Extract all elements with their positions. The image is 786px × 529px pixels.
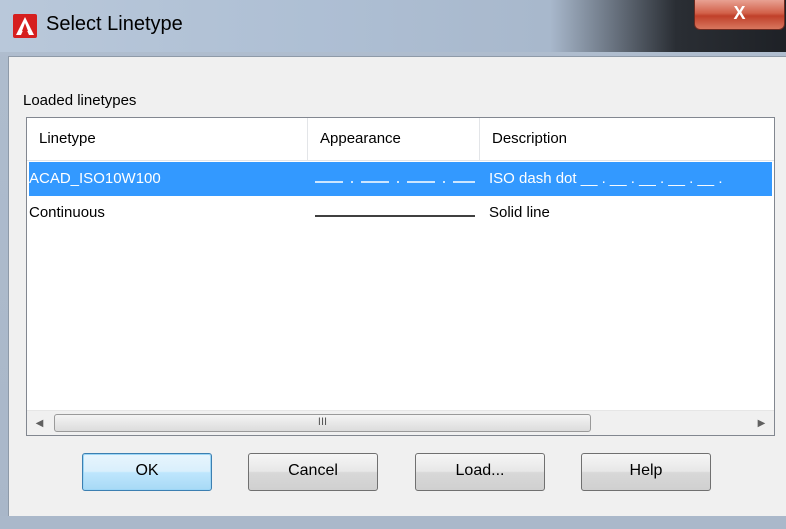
scroll-thumb[interactable]: III xyxy=(54,414,591,432)
title-bar[interactable]: Select Linetype X xyxy=(0,0,786,52)
horizontal-scrollbar[interactable]: ◀ III ▶ xyxy=(27,410,774,435)
linetype-row-continuous[interactable]: Continuous Solid line xyxy=(29,196,772,230)
autocad-icon xyxy=(13,14,37,38)
help-button[interactable]: Help xyxy=(581,453,711,491)
list-header: Linetype Appearance Description xyxy=(27,118,774,161)
appearance-solid xyxy=(315,196,475,230)
dialog-body: Loaded linetypes Linetype Appearance Des… xyxy=(8,56,786,517)
linetype-name: Continuous xyxy=(29,204,105,221)
linetype-list[interactable]: Linetype Appearance Description ACAD_ISO… xyxy=(26,117,775,436)
cancel-button[interactable]: Cancel xyxy=(248,453,378,491)
load-button[interactable]: Load... xyxy=(415,453,545,491)
column-header-appearance[interactable]: Appearance xyxy=(308,118,480,160)
dialog-title: Select Linetype xyxy=(46,13,183,35)
appearance-dash-dot xyxy=(315,162,475,196)
scroll-left-icon[interactable]: ◀ xyxy=(27,411,52,435)
column-header-linetype[interactable]: Linetype xyxy=(27,118,308,160)
linetype-name: ACAD_ISO10W100 xyxy=(29,170,161,187)
linetype-row-acad-iso10w100[interactable]: ACAD_ISO10W100 ISO dash dot __ . __ . __… xyxy=(29,162,772,196)
linetype-description: ISO dash dot __ . __ . __ . __ . __ . xyxy=(489,170,723,187)
dialog-window: Select Linetype X Loaded linetypes Linet… xyxy=(0,0,786,529)
ok-button[interactable]: OK xyxy=(82,453,212,491)
column-header-description[interactable]: Description xyxy=(480,118,774,160)
linetype-description: Solid line xyxy=(489,204,550,221)
window-bottom-border xyxy=(0,516,786,529)
close-button[interactable]: X xyxy=(694,0,785,30)
loaded-linetypes-label: Loaded linetypes xyxy=(23,92,137,109)
scroll-right-icon[interactable]: ▶ xyxy=(749,411,774,435)
